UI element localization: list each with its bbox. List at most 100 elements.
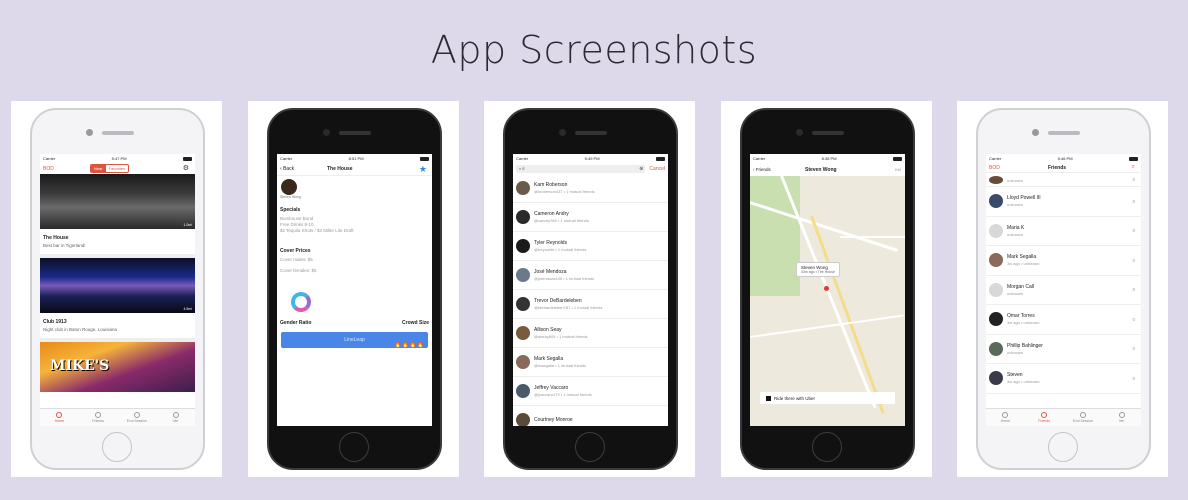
venue-name[interactable]: The House (40, 229, 195, 243)
pin-icon (1002, 412, 1009, 418)
avatar (516, 413, 530, 426)
gear-icon[interactable]: ⚙ (183, 165, 189, 172)
tab-bar: Home Friends Evol Session Me (40, 408, 195, 426)
list-item[interactable]: Omar Torres 3w ago • unknown 0 (986, 305, 1141, 335)
road (750, 314, 904, 338)
list-item[interactable]: Maria Kunknown 0 (986, 217, 1141, 246)
list-item[interactable]: Jeffrey Vaccaro @jvaccaro179 • 1 mutual f… (513, 377, 668, 406)
phone-screen: Carrier 8:51 PM ‹ Back The House ★ Steven… (277, 154, 432, 426)
friend-name: Allison Seay (534, 327, 562, 333)
back-label: Back (283, 166, 295, 172)
tab-session[interactable]: Evol Session (1064, 409, 1103, 426)
friend-name: José Mendoza (534, 269, 567, 275)
friend-meta: @msegalla • 1 mutual friends (534, 363, 587, 368)
cancel-button[interactable]: Cancel (649, 166, 665, 172)
friend-meta: unknown (1007, 290, 1024, 296)
battery-icon (655, 156, 665, 161)
search-input[interactable]: ⌕ E ⊗ (516, 164, 646, 173)
avatar[interactable] (281, 179, 297, 195)
home-button (575, 432, 605, 462)
search-icon[interactable]: ⌕ (1132, 164, 1135, 171)
uber-button[interactable]: Ride there with Uber (760, 392, 895, 404)
map-pin-icon[interactable] (824, 286, 829, 291)
callout-detail: 43m ago • The House (801, 270, 835, 274)
edit-button[interactable]: Edit (895, 168, 901, 172)
screenshot-card-friend-map: Carrier 8:38 PM ‹ Friends Steven Wong Edi… (721, 101, 932, 477)
venue-photo[interactable]: 1.0mi (40, 174, 195, 229)
segment-near[interactable]: Near (91, 165, 106, 172)
list-item[interactable]: Phillip Bahlinger unknown 0 (986, 335, 1141, 364)
tab-session[interactable]: Evol Session (118, 409, 157, 426)
friend-name: Morgan Call (1007, 283, 1034, 290)
list-item[interactable]: Lloyd Powell III unknown 0 (986, 187, 1141, 217)
pin-icon (56, 412, 63, 418)
friend-name: Cameron Andry (534, 211, 569, 217)
back-button[interactable]: ‹ Back (280, 166, 294, 172)
venue-description: Best bar in Tigerland! (40, 243, 195, 258)
uber-icon (766, 395, 771, 401)
list-item[interactable]: Kam Roberson @kroberson437 • 1 mutual fri… (513, 174, 668, 203)
venue-sign-text: MIKE'S (50, 358, 110, 374)
segment-favorites[interactable]: Favorites (106, 165, 128, 172)
battery-icon (1128, 156, 1138, 161)
friend-meta: 3w ago • unknown (1007, 320, 1040, 326)
carrier-label: Carrier (753, 156, 766, 161)
list-item[interactable]: Trevor DeBardeleben @tdebardeleben787 • 1… (513, 290, 668, 319)
avatar (989, 282, 1003, 297)
tab-me[interactable]: Me (156, 409, 195, 426)
iphone-frame: Carrier 5:47 PM BOD Near Favorites ⚙ 1.0m… (30, 108, 205, 470)
avatar (989, 175, 1003, 184)
friend-meta: @aseay805 • 1 mutual friends (534, 334, 588, 339)
camera-icon (1032, 129, 1039, 136)
list-item[interactable]: Tyler Reynolds @treynolds • 1 mutual frie… (513, 232, 668, 261)
clear-icon[interactable]: ⊗ (639, 166, 643, 172)
list-item[interactable]: Steven 3w ago • unknown 0 (986, 364, 1141, 394)
star-icon[interactable]: ★ (419, 165, 427, 174)
list-item[interactable]: Courtney Monroe (513, 406, 668, 426)
list-item[interactable]: Allison Seay @aseay805 • 1 mutual friends (513, 319, 668, 348)
friend-name: Mark Segalla (1007, 254, 1037, 261)
tab-friends[interactable]: Friends (1025, 409, 1064, 426)
tab-home[interactable]: Home (40, 409, 79, 426)
back-button[interactable]: ‹ Friends (753, 167, 771, 172)
list-item[interactable]: Mark Segalla 3w ago • unknown 0 (986, 246, 1141, 276)
distance-label: 4.5mi (183, 307, 192, 311)
list-item[interactable]: Cameron Andry @candry766 • 1 mutual frien… (513, 203, 668, 232)
screen-title: Friends (1048, 164, 1067, 171)
map-view[interactable]: Steven Wong 43m ago • The House Ride the… (750, 176, 905, 426)
tab-label: Evol Session (126, 419, 147, 423)
friend-title: Steven Wong (805, 166, 837, 173)
camera-icon (559, 129, 566, 136)
venue-photo[interactable]: MIKE'S (40, 342, 195, 392)
friend-meta: @jvaccaro179 • 1 mutual friends (534, 392, 592, 397)
tab-label: Friends (92, 419, 104, 423)
camera-icon (86, 129, 93, 136)
phone-screen: Carrier 5:49 PM ⌕ E ⊗ Cancel Kam Roberson @… (513, 154, 668, 426)
list-item[interactable]: unknown 0 (986, 173, 1141, 187)
tab-label: Friends (1038, 419, 1050, 423)
venue-photo[interactable]: 4.5mi (40, 258, 195, 313)
friend-count: 0 (1132, 177, 1135, 182)
carrier-label: Carrier (989, 156, 1002, 161)
venue-name[interactable]: Club 1913 (40, 313, 195, 327)
avatar (516, 239, 530, 253)
list-item[interactable]: Morgan Call unknown 0 (986, 276, 1141, 305)
tab-label: Evol Session (1072, 419, 1093, 423)
tab-label: Me (1119, 419, 1125, 423)
list-item[interactable]: José Mendoza @jmendoza445 • 1 mutual frie… (513, 261, 668, 290)
camera-icon (323, 129, 330, 136)
tab-home[interactable]: Home (986, 409, 1025, 426)
tab-label: Home (1000, 419, 1011, 423)
near-favorites-toggle[interactable]: Near Favorites (90, 164, 130, 173)
friend-count: 0 (1132, 375, 1135, 381)
friend-name: Trevor DeBardeleben (534, 298, 582, 304)
phone-screen: Carrier 5:47 PM BOD Near Favorites ⚙ 1.0m… (40, 154, 195, 426)
screenshot-card-friend-search: Carrier 5:49 PM ⌕ E ⊗ Cancel Kam Roberson @… (484, 101, 695, 477)
tab-friends[interactable]: Friends (79, 409, 118, 426)
location-callout[interactable]: Steven Wong 43m ago • The House (796, 262, 840, 277)
tab-me[interactable]: Me (1102, 409, 1141, 426)
specials-heading: Specials (280, 207, 301, 213)
clock: 5:46 PM (1057, 156, 1073, 161)
friend-name: Steven (1007, 372, 1023, 379)
list-item[interactable]: Mark Segalla @msegalla • 1 mutual friends (513, 348, 668, 377)
